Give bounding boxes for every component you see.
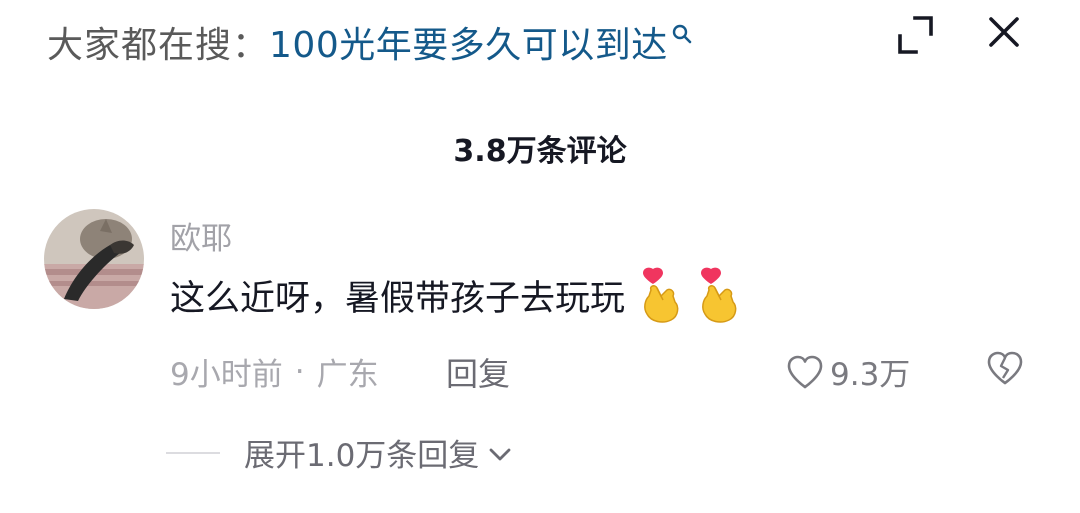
meta-separator: · <box>294 353 305 390</box>
comment-count-title: 3.8万条评论 <box>453 134 627 169</box>
comment-text: 这么近呀，暑假带孩子去玩玩 <box>170 278 626 319</box>
comment-time: 9小时前 <box>170 357 283 393</box>
divider-line <box>166 451 220 454</box>
comment-author[interactable]: 欧耶 <box>170 213 232 258</box>
comment-body: 这么近呀，暑假带孩子去玩玩 <box>170 266 741 324</box>
expand-replies-button[interactable]: 展开1.0万条回复 <box>166 430 515 475</box>
like-button[interactable]: 9.3万 <box>786 349 910 394</box>
avatar[interactable] <box>44 209 144 309</box>
search-suggestion-bar[interactable]: 大家都在搜： 100光年要多久可以到达 <box>47 14 693 70</box>
heart-icon <box>787 355 823 388</box>
close-icon[interactable] <box>982 10 1026 54</box>
reply-button[interactable]: 回复 <box>446 349 510 395</box>
expand-replies-label: 展开1.0万条回复 <box>244 438 480 474</box>
finger-heart-emoji-icon <box>639 266 683 324</box>
chevron-down-icon <box>489 448 511 460</box>
comment-meta: 9小时前 · 广东 <box>170 349 379 394</box>
search-icon <box>671 23 693 45</box>
search-suggestion-link[interactable]: 100光年要多久可以到达 <box>269 16 668 68</box>
broken-heart-icon[interactable] <box>986 350 1024 386</box>
comment-location: 广东 <box>316 357 379 393</box>
search-prefix-label: 大家都在搜： <box>47 25 270 66</box>
expand-icon[interactable] <box>893 12 939 58</box>
like-count: 9.3万 <box>830 357 911 393</box>
finger-heart-emoji-icon <box>697 266 741 324</box>
